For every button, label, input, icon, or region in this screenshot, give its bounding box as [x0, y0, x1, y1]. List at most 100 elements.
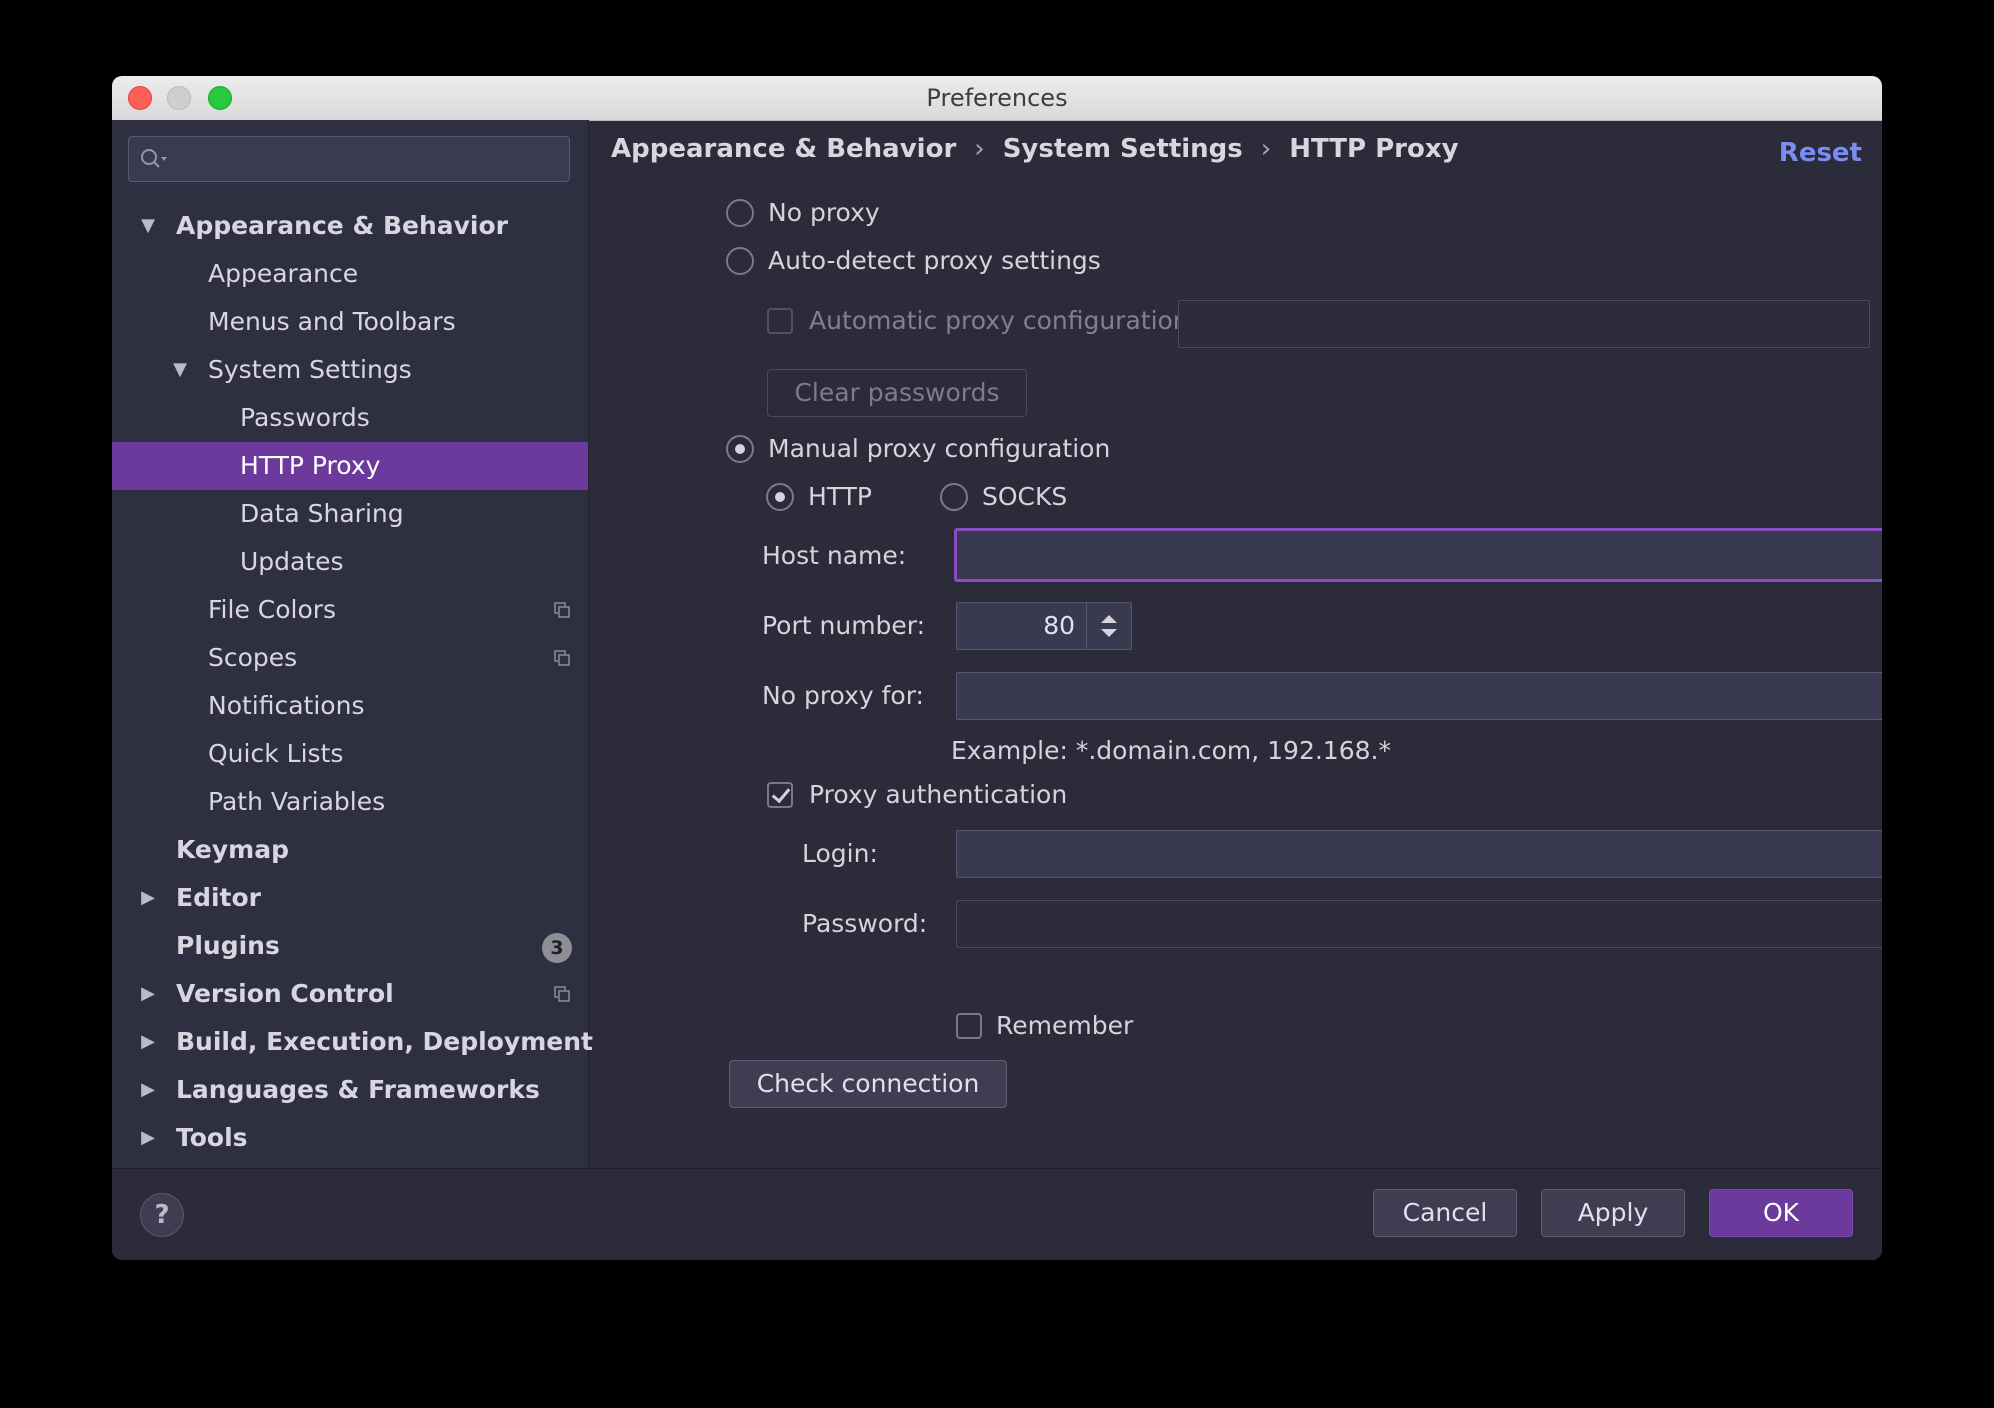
- sidebar-item-label: System Settings: [208, 355, 412, 384]
- chevron-down-icon[interactable]: ▼: [170, 346, 190, 394]
- password-input[interactable]: [956, 900, 1882, 948]
- copy-icon: [554, 986, 570, 1002]
- sidebar-item-notifications[interactable]: Notifications: [112, 682, 588, 730]
- port-number-label: Port number:: [762, 611, 926, 640]
- sidebar-item-data-sharing[interactable]: Data Sharing: [112, 490, 588, 538]
- clear-passwords-button[interactable]: Clear passwords: [767, 369, 1027, 417]
- socks-label[interactable]: SOCKS: [982, 482, 1067, 511]
- preferences-window: Preferences ▼ Appearance & Behavior Appe…: [112, 76, 1882, 1260]
- sidebar-item-label: Build, Execution, Deployment: [176, 1027, 593, 1056]
- host-name-input[interactable]: [954, 528, 1882, 582]
- sidebar-item-appearance-behavior[interactable]: ▼ Appearance & Behavior: [112, 202, 588, 250]
- dialog-footer: ? Cancel Apply OK: [112, 1168, 1882, 1260]
- sidebar-item-appearance[interactable]: Appearance: [112, 250, 588, 298]
- no-proxy-example: Example: *.domain.com, 192.168.*: [951, 736, 1391, 765]
- auto-detect-label[interactable]: Auto-detect proxy settings: [768, 246, 1101, 275]
- cancel-button[interactable]: Cancel: [1373, 1189, 1517, 1237]
- sidebar-item-label: Passwords: [240, 403, 370, 432]
- auto-config-url-field[interactable]: [1178, 300, 1870, 348]
- sidebar-item-label: Keymap: [176, 835, 290, 864]
- settings-content: Appearance & Behavior › System Settings › HT…: [589, 120, 1882, 1168]
- sidebar-item-label: Data Sharing: [240, 499, 404, 528]
- sidebar-item-version-control[interactable]: ▶ Version Control: [112, 970, 588, 1018]
- sidebar-item-quick-lists[interactable]: Quick Lists: [112, 730, 588, 778]
- port-number-stepper[interactable]: 80: [956, 602, 1132, 650]
- no-proxy-for-label: No proxy for:: [762, 681, 924, 710]
- plugins-update-badge: 3: [542, 933, 572, 963]
- manual-proxy-radio[interactable]: [726, 435, 754, 463]
- check-connection-button[interactable]: Check connection: [729, 1060, 1007, 1108]
- remember-label[interactable]: Remember: [996, 1011, 1133, 1040]
- no-proxy-radio[interactable]: [726, 199, 754, 227]
- sidebar-item-editor[interactable]: ▶ Editor: [112, 874, 588, 922]
- settings-sidebar: ▼ Appearance & Behavior Appearance Menus…: [112, 120, 593, 1168]
- breadcrumb-separator: ›: [974, 134, 985, 164]
- auto-detect-radio[interactable]: [726, 247, 754, 275]
- sidebar-item-file-colors[interactable]: File Colors: [112, 586, 588, 634]
- breadcrumb-separator: ›: [1260, 134, 1272, 164]
- sidebar-item-label: Languages & Frameworks: [176, 1075, 540, 1104]
- sidebar-item-menus-toolbars[interactable]: Menus and Toolbars: [112, 298, 588, 346]
- sidebar-item-label: HTTP Proxy: [240, 451, 381, 480]
- sidebar-item-http-proxy[interactable]: HTTP Proxy: [112, 442, 588, 490]
- apply-button[interactable]: Apply: [1541, 1189, 1685, 1237]
- sidebar-item-label: Path Variables: [208, 787, 386, 816]
- sidebar-item-tools[interactable]: ▶ Tools: [112, 1114, 588, 1162]
- sidebar-item-label: Appearance: [208, 259, 359, 288]
- help-icon[interactable]: ?: [140, 1193, 184, 1237]
- sidebar-item-label: Editor: [176, 883, 261, 912]
- login-input[interactable]: [956, 830, 1882, 878]
- chevron-right-icon[interactable]: ▶: [138, 1066, 158, 1114]
- sidebar-item-build-execution-deployment[interactable]: ▶ Build, Execution, Deployment: [112, 1018, 593, 1066]
- chevron-right-icon[interactable]: ▶: [138, 1114, 158, 1162]
- sidebar-item-updates[interactable]: Updates: [112, 538, 588, 586]
- sidebar-item-keymap[interactable]: Keymap: [112, 826, 588, 874]
- no-proxy-for-input[interactable]: [956, 672, 1882, 720]
- sidebar-item-system-settings[interactable]: ▼ System Settings: [112, 346, 588, 394]
- proxy-authentication-checkbox[interactable]: [767, 782, 793, 808]
- sidebar-item-label: Quick Lists: [208, 739, 344, 768]
- ok-button[interactable]: OK: [1709, 1189, 1853, 1237]
- window-title: Preferences: [926, 84, 1068, 112]
- sidebar-item-label: Updates: [240, 547, 344, 576]
- port-number-value[interactable]: 80: [1043, 603, 1075, 649]
- login-label: Login:: [802, 839, 878, 868]
- http-radio[interactable]: [766, 483, 794, 511]
- stepper-arrows-icon[interactable]: [1097, 611, 1121, 641]
- sidebar-item-scopes[interactable]: Scopes: [112, 634, 588, 682]
- chevron-right-icon[interactable]: ▶: [138, 1018, 158, 1066]
- sidebar-item-languages-frameworks[interactable]: ▶ Languages & Frameworks: [112, 1066, 588, 1114]
- sidebar-item-label: Tools: [176, 1123, 248, 1152]
- sidebar-item-label: Appearance & Behavior: [176, 211, 508, 240]
- manual-proxy-label[interactable]: Manual proxy configuration: [768, 434, 1110, 463]
- password-label: Password:: [802, 909, 928, 938]
- sidebar-item-plugins[interactable]: Plugins 3: [112, 922, 588, 970]
- auto-config-url-checkbox[interactable]: [767, 308, 793, 334]
- settings-search-field[interactable]: [128, 136, 570, 182]
- sidebar-item-label: Version Control: [176, 979, 394, 1008]
- sidebar-item-passwords[interactable]: Passwords: [112, 394, 588, 442]
- sidebar-item-label: File Colors: [208, 595, 337, 624]
- reset-link[interactable]: Reset: [1779, 138, 1862, 168]
- sidebar-item-label: Plugins: [176, 931, 280, 960]
- host-name-label: Host name:: [762, 541, 907, 570]
- sidebar-item-label: Menus and Toolbars: [208, 307, 456, 336]
- search-icon: [141, 149, 167, 168]
- stepper-divider: [1086, 603, 1087, 649]
- chevron-right-icon[interactable]: ▶: [138, 874, 158, 922]
- title-bar: Preferences: [112, 76, 1882, 121]
- no-proxy-label[interactable]: No proxy: [768, 198, 880, 227]
- chevron-right-icon[interactable]: ▶: [138, 970, 158, 1018]
- copy-icon: [554, 650, 570, 666]
- breadcrumb-item: System Settings: [1002, 134, 1243, 164]
- chevron-down-icon[interactable]: ▼: [138, 202, 158, 250]
- sidebar-item-path-variables[interactable]: Path Variables: [112, 778, 588, 826]
- socks-radio[interactable]: [940, 483, 968, 511]
- sidebar-item-label: Scopes: [208, 643, 298, 672]
- proxy-authentication-label[interactable]: Proxy authentication: [809, 780, 1067, 809]
- http-label[interactable]: HTTP: [808, 482, 872, 511]
- sidebar-item-label: Notifications: [208, 691, 365, 720]
- breadcrumb-item: Appearance & Behavior: [611, 134, 957, 164]
- breadcrumb-item: HTTP Proxy: [1289, 134, 1459, 164]
- remember-checkbox[interactable]: [956, 1013, 982, 1039]
